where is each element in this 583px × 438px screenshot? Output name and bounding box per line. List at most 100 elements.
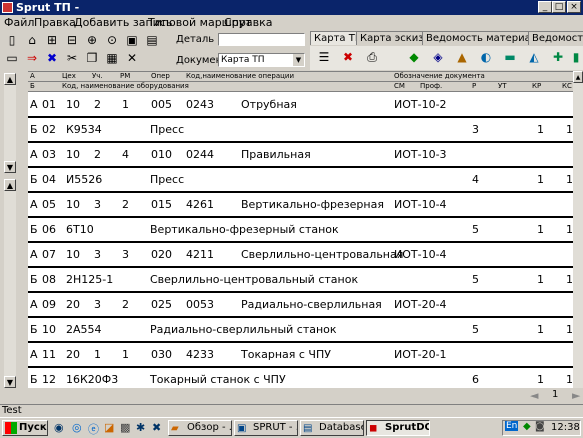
next-page-icon[interactable]: ► — [572, 389, 580, 402]
cell-uch: 1 — [94, 348, 101, 361]
delete-icon[interactable]: ✕ — [124, 51, 140, 66]
tray-icon-1[interactable]: ◆ — [523, 421, 531, 432]
minimize-button[interactable]: _ — [538, 1, 552, 13]
menu-file[interactable]: Файл — [4, 16, 34, 29]
table-row[interactable]: Б 06 6Т10 Вертикально-фрезерный станок 5 1 1 — [28, 218, 573, 243]
list-icon[interactable]: ☰ — [316, 50, 332, 65]
tool-icon-3[interactable]: ▲ — [454, 50, 470, 65]
language-indicator-icon[interactable]: En — [505, 421, 519, 431]
ql-icon-2[interactable]: ◎ — [72, 421, 82, 434]
row-number: 11 — [42, 348, 56, 361]
row-type: Б — [30, 373, 38, 386]
task-browser[interactable]: ▰ Обзор - ... — [168, 420, 232, 436]
toolbar-right: ☰ ✖ ⎙ ◆ ◈ ▲ ◐ ▬ ◭ ✚ ▮ — [310, 46, 583, 70]
menu-help[interactable]: Справка — [224, 16, 272, 29]
hdr-type-b: Б — [30, 82, 35, 90]
network-icon[interactable]: ⊟ — [64, 33, 80, 48]
table-row[interactable]: А 11 20 1 1 030 4233 Токарная с ЧПУ ИОТ-20-1 — [28, 343, 573, 368]
ql-icon-6[interactable]: ✱ — [136, 421, 145, 434]
ql-icon-3[interactable]: ⓔ — [88, 421, 99, 437]
scroll-down-icon-2[interactable]: ▼ — [4, 376, 16, 388]
cell-rm: 1 — [122, 98, 129, 111]
hdr-sm: СМ — [394, 82, 405, 90]
printer-icon[interactable]: ⎙ — [364, 50, 380, 65]
table-row[interactable]: А 07 10 3 3 020 4211 Сверлильно-центровальная ИО… — [28, 243, 573, 268]
ql-icon-7[interactable]: ✖ — [152, 421, 161, 434]
tool-icon-6[interactable]: ◭ — [526, 50, 542, 65]
open-folder-icon[interactable]: ⌂ — [24, 33, 40, 48]
window-title: Sprut ТП - — [16, 1, 80, 14]
windows-logo-icon — [5, 422, 17, 434]
scroll-up-icon[interactable]: ▲ — [4, 73, 16, 85]
cell-equipment-name: Пресс — [150, 173, 185, 186]
left-scroll-track[interactable] — [4, 85, 16, 161]
detail-field[interactable] — [218, 33, 305, 46]
start-label: Пуск — [19, 422, 47, 433]
ql-icon-5[interactable]: ▩ — [120, 421, 130, 434]
hdr-operation-name: Код,наименование операции — [186, 72, 295, 80]
table-row[interactable]: А 09 20 3 2 025 0053 Радиально-сверлильная ИОТ-2… — [28, 293, 573, 318]
prev-page-icon[interactable]: ◄ — [530, 389, 538, 402]
task-sprut[interactable]: ▣ SPRUT - ... — [234, 420, 298, 436]
delete-row-icon[interactable]: ✖ — [340, 50, 356, 65]
table-row[interactable]: А 01 10 2 1 005 0243 Отрубная ИОТ-10-2 — [28, 93, 573, 118]
document-select-value: Карта ТП — [221, 55, 265, 65]
paste-icon[interactable]: ▦ — [104, 51, 120, 66]
cell-equipment-code: 6Т10 — [66, 223, 94, 236]
grid-header-row-b: Б Код, наименование оборудования СМ Проф… — [28, 82, 573, 92]
tool-icon-8[interactable]: ▮ — [568, 50, 583, 65]
find-icon[interactable]: ⊙ — [104, 33, 120, 48]
cell-tseh: 10 — [66, 98, 80, 111]
tool-icon-5[interactable]: ▬ — [502, 50, 518, 65]
maximize-button[interactable]: □ — [552, 1, 566, 13]
table-row[interactable]: Б 12 16К20Ф3 Токарный станок с ЧПУ 6 1 1 — [28, 368, 573, 389]
tray-icon-2[interactable]: ◙ — [535, 421, 545, 432]
zoom-icon[interactable]: ⊕ — [84, 33, 100, 48]
tool-icon-2[interactable]: ◈ — [430, 50, 446, 65]
scroll-up-icon-2[interactable]: ▲ — [4, 179, 16, 191]
copy-icon[interactable]: ❐ — [84, 51, 100, 66]
close-button[interactable]: × — [567, 1, 581, 13]
table-row[interactable]: А 05 10 3 2 015 4261 Вертикально-фрезерная ИОТ-1… — [28, 193, 573, 218]
tool-icon-4[interactable]: ◐ — [478, 50, 494, 65]
cell-equipment-name: Пресс — [150, 123, 185, 136]
chevron-down-icon[interactable]: ▼ — [293, 54, 304, 66]
cell-oper: 010 — [151, 148, 172, 161]
ql-icon-4[interactable]: ◪ — [104, 421, 114, 434]
row-type: Б — [30, 223, 38, 236]
ql-icon-1[interactable]: ◉ — [54, 421, 64, 434]
new-document-icon[interactable]: ▯ — [4, 33, 20, 48]
left-scroll-track-2[interactable] — [4, 191, 16, 376]
image-icon[interactable]: ▤ — [144, 33, 160, 48]
scroll-up-icon-right[interactable]: ▲ — [573, 71, 583, 83]
scroll-down-icon[interactable]: ▼ — [4, 161, 16, 173]
cell-code: 4261 — [186, 198, 214, 211]
tab-list[interactable]: Ведомость — [528, 31, 583, 45]
table-row[interactable]: Б 10 2А554 Радиально-сверлильный станок 5 1 1 — [28, 318, 573, 343]
cut-icon[interactable]: ✂ — [64, 51, 80, 66]
document-select[interactable]: Карта ТП ▼ — [218, 53, 305, 67]
start-button[interactable]: Пуск — [2, 420, 48, 436]
flag-icon[interactable]: ✖ — [44, 51, 60, 66]
table-row[interactable]: Б 04 И5526 Пресс 4 1 1 — [28, 168, 573, 193]
table-row[interactable]: А 03 10 2 4 010 0244 Правильная ИОТ-10-3 — [28, 143, 573, 168]
tool-icon-1[interactable]: ◆ — [406, 50, 422, 65]
cell-rm: 2 — [122, 298, 129, 311]
clock: 12:38 — [551, 422, 580, 433]
row-type: Б — [30, 323, 38, 336]
print-icon[interactable]: ▭ — [4, 51, 20, 66]
task-sprutdo[interactable]: ◼ SprutDO... — [366, 420, 430, 436]
tree-icon[interactable]: ⊞ — [44, 33, 60, 48]
tool-icon-7[interactable]: ✚ — [550, 50, 566, 65]
menu-bar: Файл Правка Добавить запись Типовой марш… — [0, 15, 583, 30]
cell-uch: 2 — [94, 148, 101, 161]
table-row[interactable]: Б 08 2Н125-1 Сверлильно-центровальный стано… — [28, 268, 573, 293]
task-database[interactable]: ▤ Database... — [300, 420, 364, 436]
menu-edit[interactable]: Правка — [34, 16, 76, 29]
move-icon[interactable]: ⇒ — [24, 51, 40, 66]
right-scrollbar[interactable]: ▲ — [573, 71, 583, 388]
hdr-tseh: Цех — [62, 72, 76, 80]
preview-icon[interactable]: ▣ — [124, 33, 140, 48]
table-row[interactable]: Б 02 К9534 Пресс 3 1 1 — [28, 118, 573, 143]
cell-kr: 1 — [537, 273, 544, 286]
